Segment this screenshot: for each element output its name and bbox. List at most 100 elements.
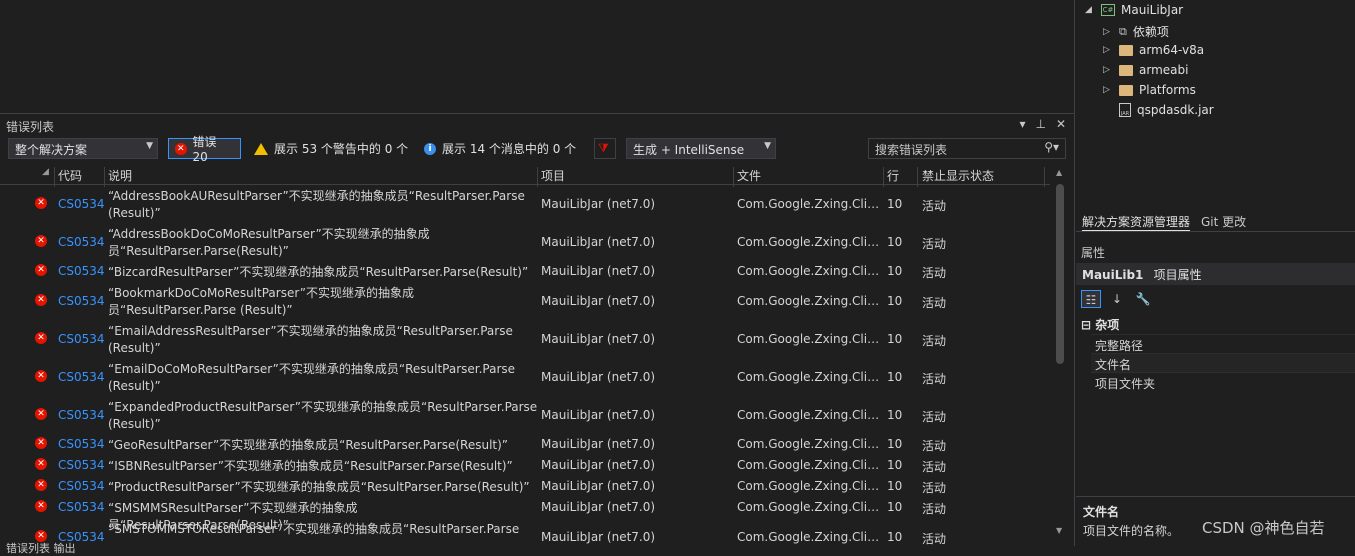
close-icon[interactable]: ✕ bbox=[1056, 117, 1066, 131]
collapsed-icon[interactable]: ▷ bbox=[1103, 27, 1113, 37]
error-row[interactable]: ✕ CS0534 “BookmarkDoCoMoResultParser”不实现继承… bbox=[0, 283, 1050, 321]
property-category[interactable]: ⊟ 杂项 bbox=[1081, 316, 1119, 333]
collapsed-icon[interactable]: ▷ bbox=[1103, 65, 1113, 75]
warnings-filter-button[interactable]: 展示 53 个警告中的 0 个 bbox=[248, 138, 414, 159]
scope-dropdown[interactable]: 整个解决方案 ▼ bbox=[8, 138, 158, 159]
property-file-name[interactable]: 文件名 bbox=[1091, 353, 1355, 372]
property-full-path[interactable]: 完整路径 bbox=[1091, 334, 1355, 353]
folder-icon bbox=[1119, 44, 1133, 56]
tab-solution-explorer[interactable]: 解决方案资源管理器 bbox=[1082, 213, 1191, 231]
panel-title: 错误列表 bbox=[6, 120, 55, 134]
column-project[interactable]: 项目 bbox=[541, 167, 565, 184]
folder-icon bbox=[1119, 84, 1133, 96]
error-suppression-state: 活动 bbox=[922, 460, 947, 474]
error-description: “ExpandedProductResultParser”不实现继承的抽象成员“… bbox=[108, 400, 538, 431]
collapsed-icon[interactable]: ▷ bbox=[1103, 45, 1113, 55]
error-description: “GeoResultParser”不实现继承的抽象成员“ResultParser… bbox=[108, 438, 509, 452]
error-code-link[interactable]: CS0534 bbox=[58, 235, 105, 249]
scroll-thumb[interactable] bbox=[1056, 184, 1064, 364]
jar-file-icon: JAR bbox=[1119, 103, 1131, 117]
column-line[interactable]: 行 bbox=[887, 167, 899, 184]
error-line: 10 bbox=[887, 408, 903, 422]
properties-title: 属性 bbox=[1081, 246, 1106, 260]
error-project: MauiLibJar (net7.0) bbox=[541, 437, 656, 451]
tree-item-arm64[interactable]: ▷ arm64-v8a bbox=[1103, 43, 1204, 57]
error-row[interactable]: ✕ CS0534 “AddressBookDoCoMoResultParser”不实… bbox=[0, 224, 1050, 262]
scroll-up-icon[interactable]: ▲ bbox=[1056, 168, 1062, 177]
error-code-link[interactable]: CS0534 bbox=[58, 500, 105, 514]
error-row[interactable]: ✕ CS0534 “ExpandedProductResultParser”不实现继… bbox=[0, 397, 1050, 435]
error-line: 10 bbox=[887, 370, 903, 384]
error-row[interactable]: ✕ CS0534 “BizcardResultParser”不实现继承的抽象成员“R… bbox=[0, 262, 1050, 283]
error-description: “AddressBookAUResultParser”不实现继承的抽象成员“Re… bbox=[108, 189, 525, 220]
collapsed-icon[interactable]: ▷ bbox=[1103, 85, 1113, 95]
dropdown-icon[interactable]: ▾ bbox=[1019, 117, 1025, 131]
error-code-link[interactable]: CS0534 bbox=[58, 479, 105, 493]
bottom-tabs[interactable]: 错误列表 输出 bbox=[6, 540, 76, 556]
property-project-folder[interactable]: 项目文件夹 bbox=[1091, 372, 1355, 391]
error-row[interactable]: ✕ CS0534 “SMSTOMMSTOResultParser”不实现继承的抽象成… bbox=[0, 519, 1050, 547]
editor-area bbox=[0, 0, 1074, 113]
errors-count: 错误 20 bbox=[192, 135, 217, 164]
error-code-link[interactable]: CS0534 bbox=[58, 294, 105, 308]
warning-icon bbox=[254, 142, 268, 155]
pin-icon[interactable]: ⊥ bbox=[1035, 117, 1045, 131]
properties-toolbar: ☷ ↓ 🔧 bbox=[1081, 290, 1153, 308]
column-suppression-state[interactable]: 禁止显示状态 bbox=[922, 167, 994, 184]
filter-icon: ⧩ bbox=[598, 141, 609, 155]
tree-project[interactable]: ◢ C# MauiLibJar bbox=[1085, 3, 1183, 17]
error-rows: ✕ CS0534 “AddressBookAUResultParser”不实现继承的… bbox=[0, 186, 1050, 547]
build-dropdown[interactable]: 生成 + IntelliSense ▼ bbox=[626, 138, 776, 159]
column-file[interactable]: 文件 bbox=[737, 167, 761, 184]
error-row[interactable]: ✕ CS0534 “AddressBookAUResultParser”不实现继承的… bbox=[0, 186, 1050, 224]
error-row[interactable]: ✕ CS0534 “EmailDoCoMoResultParser”不实现继承的抽象… bbox=[0, 359, 1050, 397]
error-row[interactable]: ✕ CS0534 “SMSMMSResultParser”不实现继承的抽象成员“Re… bbox=[0, 498, 1050, 532]
tree-item-armeabi[interactable]: ▷ armeabi bbox=[1103, 63, 1188, 77]
tree-item-label: 依赖项 bbox=[1132, 25, 1169, 39]
error-code-link[interactable]: CS0534 bbox=[58, 458, 105, 472]
sort-icon[interactable]: ◢ bbox=[42, 167, 49, 177]
error-row[interactable]: ✕ CS0534 “ISBNResultParser”不实现继承的抽象成员“Resu… bbox=[0, 456, 1050, 477]
column-code[interactable]: 代码 bbox=[58, 167, 82, 184]
error-project: MauiLibJar (net7.0) bbox=[541, 530, 656, 544]
categorized-icon[interactable]: ☷ bbox=[1081, 290, 1101, 308]
error-code-link[interactable]: CS0534 bbox=[58, 437, 105, 451]
tree-item-dependencies[interactable]: ▷ ⧉ 依赖项 bbox=[1103, 23, 1169, 40]
error-row[interactable]: ✕ CS0534 “EmailAddressResultParser”不实现继承的抽… bbox=[0, 321, 1050, 359]
property-pages-icon[interactable]: 🔧 bbox=[1133, 290, 1153, 308]
filter-icon-button[interactable]: ⧩ bbox=[594, 138, 616, 159]
error-description: “AddressBookDoCoMoResultParser”不实现继承的抽象成… bbox=[108, 227, 430, 258]
property-label: 项目文件夹 bbox=[1095, 377, 1156, 391]
error-row[interactable]: ✕ CS0534 “ProductResultParser”不实现继承的抽象成员“R… bbox=[0, 477, 1050, 498]
tab-git-changes[interactable]: Git 更改 bbox=[1201, 213, 1246, 230]
error-description: “BizcardResultParser”不实现继承的抽象成员“ResultPa… bbox=[108, 265, 529, 279]
error-suppression-state: 活动 bbox=[922, 266, 947, 280]
error-code-link[interactable]: CS0534 bbox=[58, 197, 105, 211]
error-icon: ✕ bbox=[35, 408, 47, 420]
error-row[interactable]: ✕ CS0534 “GeoResultParser”不实现继承的抽象成员“Resul… bbox=[0, 435, 1050, 456]
error-code-link[interactable]: CS0534 bbox=[58, 264, 105, 278]
search-input[interactable]: 搜索错误列表 ⚲▾ bbox=[868, 138, 1066, 159]
error-code-link[interactable]: CS0534 bbox=[58, 408, 105, 422]
chevron-down-icon: ▼ bbox=[764, 141, 771, 151]
collapse-icon[interactable]: ⊟ bbox=[1081, 318, 1091, 332]
error-file: Com.Google.Zxing.Clien… bbox=[737, 370, 885, 384]
error-code-link[interactable]: CS0534 bbox=[58, 370, 105, 384]
error-code-link[interactable]: CS0534 bbox=[58, 332, 105, 346]
column-description[interactable]: 说明 bbox=[108, 167, 132, 184]
error-line: 10 bbox=[887, 294, 903, 308]
expanded-icon[interactable]: ◢ bbox=[1085, 5, 1095, 15]
messages-filter-button[interactable]: i 展示 14 个消息中的 0 个 bbox=[418, 138, 582, 159]
scroll-down-icon[interactable]: ▼ bbox=[1056, 526, 1062, 535]
error-line: 10 bbox=[887, 530, 903, 544]
alphabetical-icon[interactable]: ↓ bbox=[1107, 290, 1127, 308]
error-project: MauiLibJar (net7.0) bbox=[541, 294, 656, 308]
error-project: MauiLibJar (net7.0) bbox=[541, 264, 656, 278]
error-project: MauiLibJar (net7.0) bbox=[541, 458, 656, 472]
errors-filter-button[interactable]: ✕ 错误 20 bbox=[168, 135, 241, 164]
tree-item-platforms[interactable]: ▷ Platforms bbox=[1103, 83, 1196, 97]
tree-item-jar[interactable]: JAR qspdasdk.jar bbox=[1119, 103, 1214, 117]
error-project: MauiLibJar (net7.0) bbox=[541, 235, 656, 249]
search-placeholder: 搜索错误列表 bbox=[875, 143, 948, 157]
vertical-scrollbar[interactable]: ▲ ▼ bbox=[1052, 166, 1068, 538]
